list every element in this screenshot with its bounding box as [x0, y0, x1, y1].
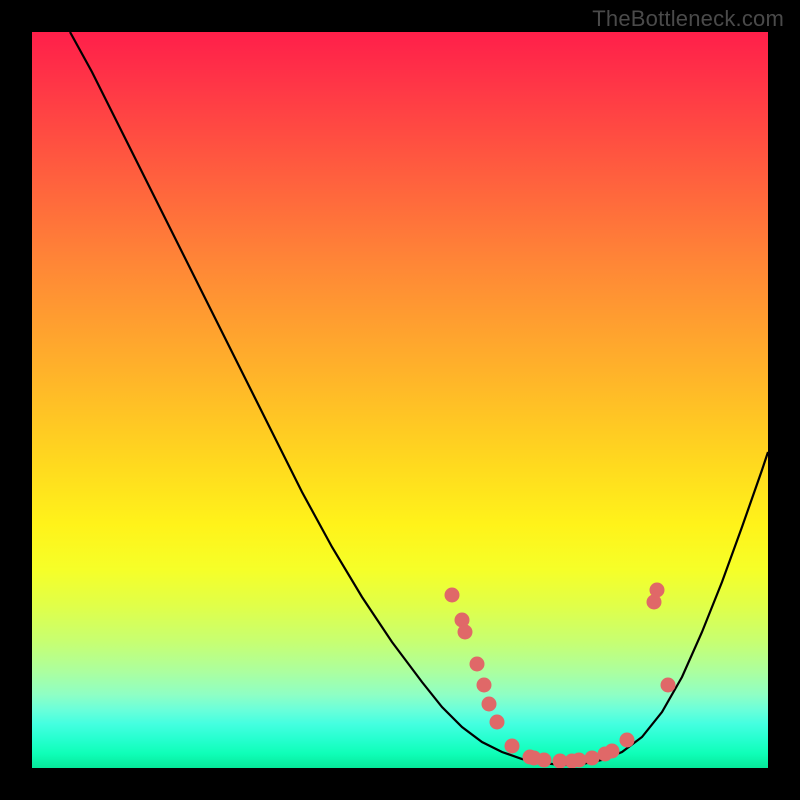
data-point	[605, 744, 620, 759]
data-point	[585, 751, 600, 766]
data-point	[620, 733, 635, 748]
data-point	[537, 753, 552, 768]
chart-svg	[32, 32, 768, 768]
data-point	[572, 753, 587, 768]
data-point	[490, 715, 505, 730]
watermark-text: TheBottleneck.com	[592, 6, 784, 32]
data-point	[650, 583, 665, 598]
data-point	[470, 657, 485, 672]
data-point	[661, 678, 676, 693]
bottleneck-curve	[70, 32, 768, 765]
data-point	[445, 588, 460, 603]
data-point	[458, 625, 473, 640]
data-point	[505, 739, 520, 754]
chart-plot-area	[32, 32, 768, 768]
data-point	[482, 697, 497, 712]
data-point	[477, 678, 492, 693]
